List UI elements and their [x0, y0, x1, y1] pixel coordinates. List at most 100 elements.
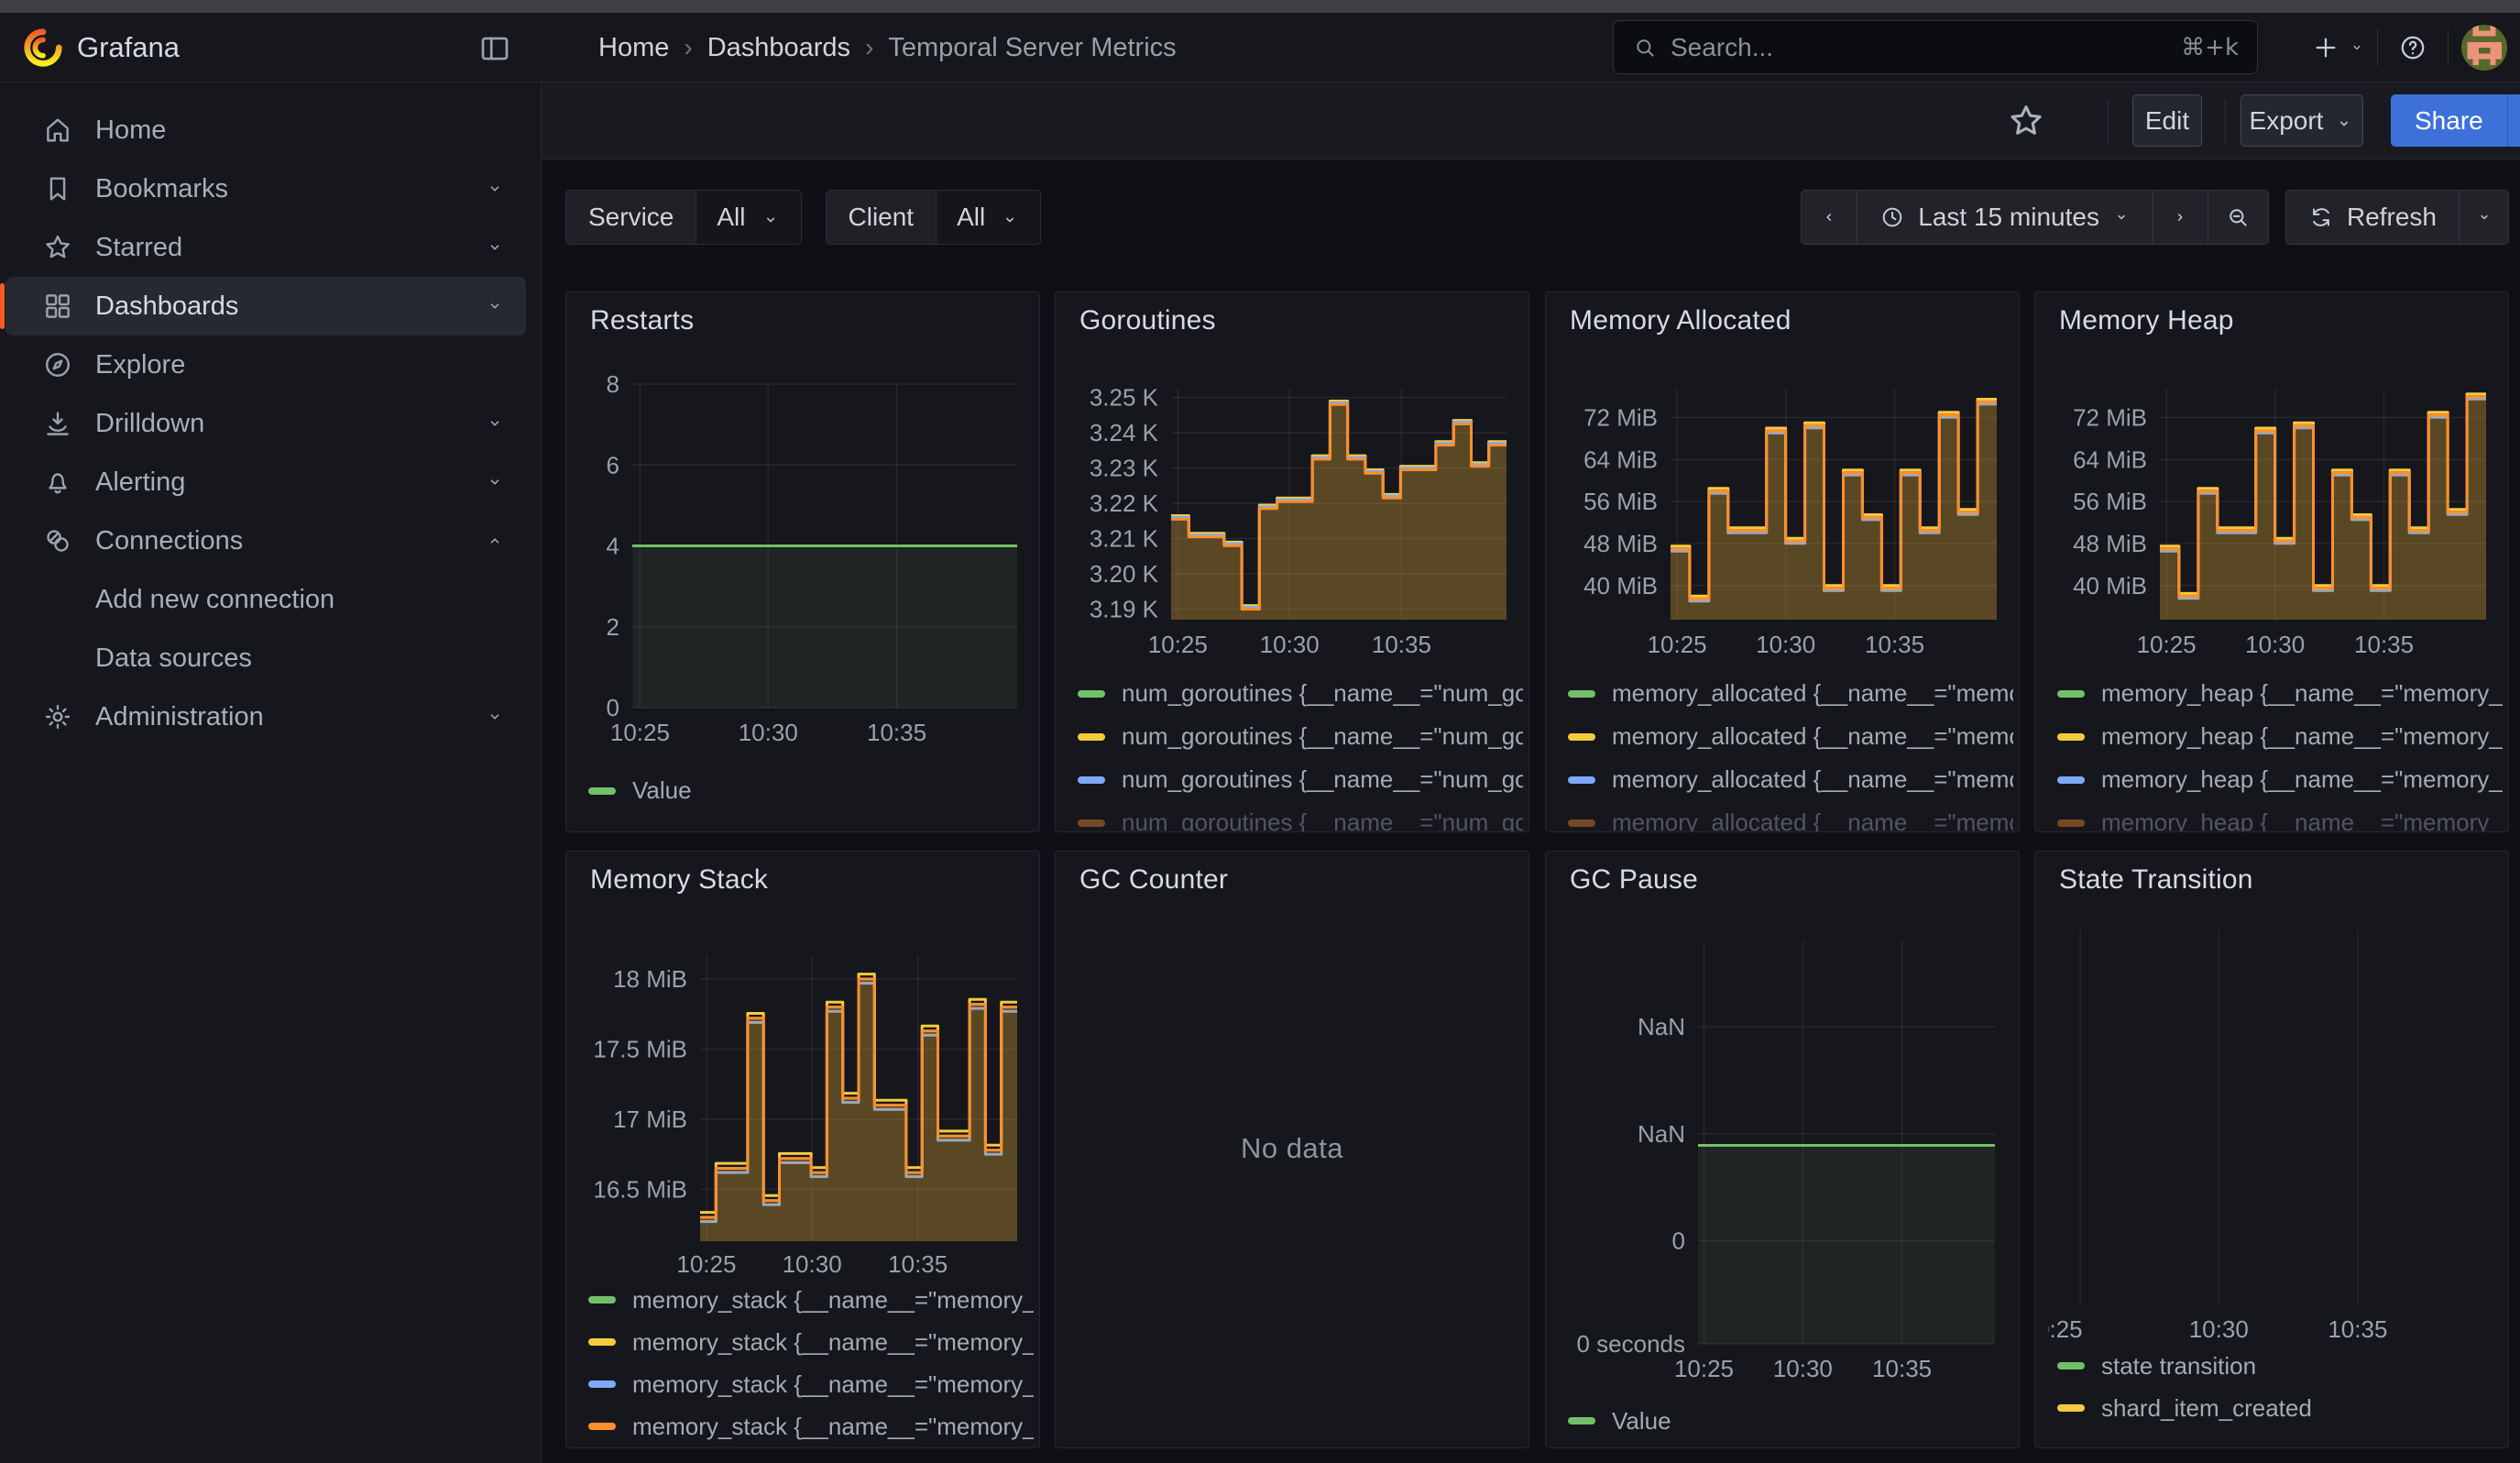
chevron-down-icon [484, 295, 506, 317]
svg-text:3.25 K: 3.25 K [1090, 384, 1159, 412]
svg-text:40 MiB: 40 MiB [1583, 572, 1658, 600]
svg-text:10:35: 10:35 [888, 1250, 948, 1278]
panel-title[interactable]: Memory Heap [2059, 305, 2234, 336]
svg-text:72 MiB: 72 MiB [2073, 404, 2147, 432]
search-shortcut: ⌘+k [2181, 34, 2239, 61]
compass-icon [42, 349, 73, 380]
sidebar-item-label: Dashboards [95, 292, 238, 322]
share-button-group: Share [2391, 94, 2520, 147]
legend-item[interactable]: memory_allocated {__name__="memo [1568, 758, 2013, 801]
grafana-logo-icon[interactable] [22, 27, 64, 69]
svg-text:64 MiB: 64 MiB [2073, 446, 2147, 473]
svg-text:3.19 K: 3.19 K [1090, 595, 1159, 622]
filter-value-dropdown[interactable]: All [696, 191, 800, 244]
svg-text:10:30: 10:30 [1756, 631, 1815, 658]
svg-text:10:30: 10:30 [783, 1250, 842, 1278]
refresh-interval-button[interactable] [2459, 191, 2508, 244]
sidebar-item-explore[interactable]: Explore [5, 336, 526, 394]
sidebar-item-data-sources[interactable]: Data sources [5, 629, 526, 688]
search-placeholder: Search... [1671, 33, 2168, 62]
legend-item[interactable]: memory_allocated {__name__="memo [1568, 801, 2013, 832]
filter-value-dropdown[interactable]: All [937, 191, 1040, 244]
time-forward-button[interactable] [2153, 191, 2208, 244]
svg-text:17 MiB: 17 MiB [613, 1106, 687, 1133]
svg-text:10:35: 10:35 [1872, 1355, 1932, 1382]
sidebar-item-dashboards[interactable]: Dashboards [5, 277, 526, 336]
panel-title[interactable]: Goroutines [1079, 305, 1216, 336]
panel-title[interactable]: Memory Allocated [1570, 305, 1791, 336]
legend-item[interactable]: shard_item_created [2057, 1387, 2503, 1429]
panel-title[interactable]: State Transition [2059, 864, 2253, 896]
brand-title: Grafana [77, 13, 180, 82]
legend-item[interactable]: memory_heap {__name__="memory_h [2057, 758, 2503, 801]
sidebar-item-drilldown[interactable]: Drilldown [5, 394, 526, 453]
help-button[interactable] [2378, 25, 2448, 71]
svg-text:NaN: NaN [1638, 1120, 1685, 1148]
search-input[interactable]: Search... ⌘+k [1613, 20, 2258, 74]
export-button[interactable]: Export [2241, 94, 2363, 147]
breadcrumb-item[interactable]: Home [598, 33, 669, 63]
legend-series-marker [2057, 776, 2085, 784]
legend-item[interactable]: memory_allocated {__name__="memo [1568, 672, 2013, 715]
chevron-down-icon [484, 471, 506, 493]
export-label: Export [2250, 106, 2324, 136]
chevron-right-icon [2171, 208, 2189, 226]
legend-item[interactable]: memory_stack {__name__="memory_s [588, 1279, 1034, 1321]
apps-icon [42, 291, 73, 322]
legend-item[interactable]: memory_stack {__name__="memory_s [588, 1405, 1034, 1447]
filter-client[interactable]: ClientAll [826, 190, 1042, 245]
filter-label: Client [827, 191, 937, 244]
chevron-down-icon [1000, 207, 1020, 227]
sidebar-item-bookmarks[interactable]: Bookmarks [5, 160, 526, 218]
svg-text:3.20 K: 3.20 K [1090, 560, 1159, 588]
share-button[interactable]: Share [2391, 94, 2507, 147]
panel-title[interactable]: GC Pause [1570, 864, 1698, 896]
panel-title[interactable]: GC Counter [1079, 864, 1228, 896]
legend-item[interactable]: memory_stack {__name__="memory_s [588, 1363, 1034, 1405]
sidebar-item-home[interactable]: Home [5, 101, 526, 160]
refresh-button[interactable]: Refresh [2286, 191, 2459, 244]
legend-item[interactable]: memory_heap {__name__="memory_h [2057, 715, 2503, 758]
breadcrumb-item: Temporal Server Metrics [888, 33, 1176, 63]
sidebar-item-connections[interactable]: Connections [5, 512, 526, 570]
refresh-icon [2308, 204, 2334, 230]
legend-item[interactable]: memory_heap {__name__="memory_h [2057, 801, 2503, 832]
legend-item[interactable]: num_goroutines {__name__="num_go [1078, 672, 1523, 715]
legend-item[interactable]: num_goroutines {__name__="num_go [1078, 801, 1523, 832]
sidebar-item-administration[interactable]: Administration [5, 688, 526, 746]
legend-item[interactable]: Value [1568, 1400, 2013, 1442]
svg-text:48 MiB: 48 MiB [2073, 530, 2147, 557]
panel-title[interactable]: Restarts [590, 305, 694, 336]
new-button[interactable] [2300, 25, 2377, 71]
sidebar-item-label: Alerting [95, 468, 185, 498]
dock-menu-icon[interactable] [477, 31, 512, 66]
favorite-star-icon[interactable] [2006, 101, 2046, 141]
legend-item[interactable]: Value [588, 769, 1034, 812]
legend-item[interactable]: memory_allocated {__name__="memo [1568, 715, 2013, 758]
share-dropdown-button[interactable] [2507, 94, 2520, 147]
user-avatar[interactable] [2461, 25, 2507, 71]
legend-item[interactable]: memory_heap {__name__="memory_h [2057, 672, 2503, 715]
svg-text:10:25: 10:25 [1148, 631, 1208, 658]
breadcrumb-item[interactable]: Dashboards [707, 33, 850, 63]
sidebar-item-add-new-connection[interactable]: Add new connection [5, 570, 526, 629]
time-range-picker[interactable]: Last 15 minutes [1857, 191, 2153, 244]
refresh-label: Refresh [2347, 203, 2437, 232]
edit-button[interactable]: Edit [2132, 94, 2202, 147]
legend-series-label: memory_allocated {__name__="memo [1612, 722, 2013, 751]
legend-series-marker [588, 1380, 616, 1388]
zoom-out-button[interactable] [2208, 191, 2268, 244]
sidebar-item-starred[interactable]: Starred [5, 218, 526, 277]
legend-item[interactable]: memory_stack {__name__="memory_s [588, 1321, 1034, 1363]
time-range-label: Last 15 minutes [1918, 203, 2099, 232]
svg-text:10:25: 10:25 [1674, 1355, 1734, 1382]
sidebar-item-alerting[interactable]: Alerting [5, 453, 526, 512]
legend-item[interactable]: num_goroutines {__name__="num_go [1078, 715, 1523, 758]
svg-text:10:35: 10:35 [867, 719, 926, 746]
time-back-button[interactable] [1802, 191, 1857, 244]
dashboard-toolbar: Edit Export Share [542, 82, 2520, 160]
panel-title[interactable]: Memory Stack [590, 864, 768, 896]
legend-item[interactable]: state transition [2057, 1345, 2503, 1387]
legend-item[interactable]: num_goroutines {__name__="num_go [1078, 758, 1523, 801]
filter-service[interactable]: ServiceAll [565, 190, 802, 245]
